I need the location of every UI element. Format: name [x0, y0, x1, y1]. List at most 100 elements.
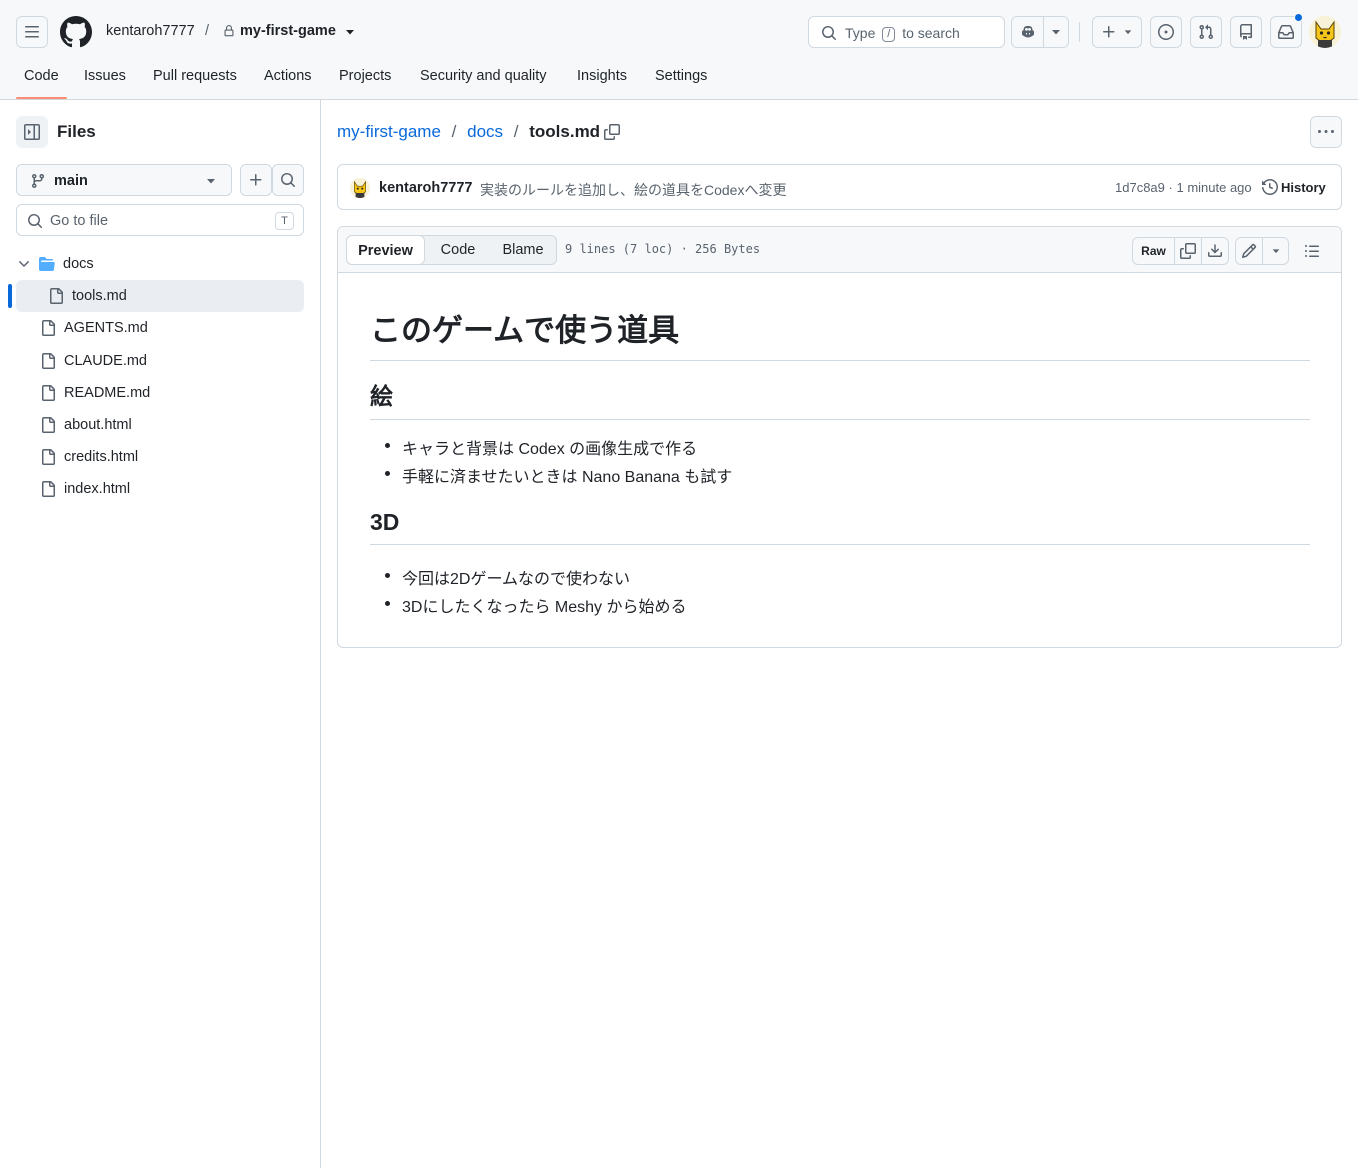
outline-button[interactable] [1298, 237, 1326, 265]
inbox-icon [1278, 25, 1294, 39]
list-unordered-icon [1305, 245, 1319, 257]
file-viewer: Preview Code Blame 9 lines (7 loc) · 256… [337, 226, 1342, 648]
markdown-h1: このゲームで使う道具 [370, 305, 1310, 361]
caret-down-icon[interactable] [344, 28, 356, 36]
caret-down-icon [1052, 30, 1060, 35]
tree-file-label: about.html [64, 417, 132, 433]
file-icon [42, 385, 55, 401]
raw-button[interactable]: Raw [1133, 238, 1174, 264]
search-icon [281, 173, 296, 188]
go-to-file-shortcut: T [275, 212, 294, 230]
add-file-button[interactable] [240, 164, 272, 196]
tab-blame[interactable]: Blame [491, 236, 555, 264]
global-header: kentaroh7777 / my-first-game Type / to s… [0, 0, 1358, 100]
path-separator: / [513, 122, 519, 141]
edit-menu-button[interactable] [1262, 238, 1288, 264]
file-icon [42, 353, 55, 369]
commit-time: 1 minute ago [1176, 180, 1252, 195]
cat-avatar-icon [1309, 16, 1341, 48]
tab-actions[interactable]: Actions [264, 68, 312, 84]
view-mode-segmented-control: Preview Code Blame [346, 235, 557, 265]
menu-button[interactable] [16, 16, 48, 48]
branch-name: main [54, 173, 88, 189]
create-new-button[interactable] [1092, 16, 1142, 48]
files-heading: Files [57, 122, 96, 141]
go-to-file-input[interactable]: Go to file T [16, 204, 304, 236]
copilot-menu-button[interactable] [1043, 17, 1068, 47]
pull-requests-button[interactable] [1190, 16, 1222, 48]
repositories-button[interactable] [1230, 16, 1262, 48]
copy-raw-button[interactable] [1174, 238, 1201, 264]
file-icon [42, 449, 55, 465]
tab-security-and-quality[interactable]: Security and quality [420, 68, 547, 84]
branch-selector[interactable]: main [16, 164, 232, 196]
commit-hash-link[interactable]: 1d7c8a9 [1115, 180, 1165, 195]
raw-actions-group: Raw [1132, 237, 1229, 265]
path-folder-link[interactable]: docs [467, 122, 503, 141]
issues-button[interactable] [1150, 16, 1182, 48]
tab-insights[interactable]: Insights [577, 68, 627, 84]
file-path-breadcrumb: my-first-game / docs / tools.md [337, 122, 600, 142]
kebab-horizontal-icon [1318, 130, 1334, 133]
tree-file-about-html[interactable]: about.html [40, 409, 132, 441]
markdown-list-item: 今回は2Dゲームなので使わない [385, 565, 630, 589]
search-icon [28, 214, 43, 229]
copy-icon [1180, 243, 1196, 259]
commit-author-link[interactable]: kentaroh7777 [379, 180, 473, 196]
user-avatar[interactable] [1309, 16, 1341, 48]
tree-file-readme-md[interactable]: README.md [40, 377, 150, 409]
markdown-list-item: 手軽に済ませたいときは Nano Banana も試す [384, 463, 732, 487]
tree-folder-docs[interactable]: docs [16, 248, 94, 280]
go-to-file-placeholder: Go to file [50, 213, 109, 229]
tree-folder-label: docs [63, 256, 94, 272]
download-button[interactable] [1201, 238, 1228, 264]
more-options-button[interactable] [1310, 116, 1342, 148]
global-search-input[interactable]: Type / to search [808, 16, 1005, 48]
tab-settings[interactable]: Settings [655, 68, 707, 84]
create-new-seg[interactable] [1093, 17, 1141, 47]
download-icon [1208, 244, 1222, 257]
repo-nav-tabs: Code Issues Pull requests Actions Projec… [0, 60, 1358, 100]
tree-file-label: CLAUDE.md [64, 353, 147, 369]
tab-issues[interactable]: Issues [84, 68, 126, 84]
file-icon [42, 320, 55, 336]
tree-file-index-html[interactable]: index.html [40, 473, 130, 505]
tree-file-credits-html[interactable]: credits.html [40, 441, 138, 473]
markdown-h2: 絵 [370, 377, 1310, 420]
copy-path-icon[interactable] [604, 124, 620, 140]
search-hint: Type / to search [845, 25, 960, 42]
tab-code[interactable]: Code [24, 68, 59, 84]
path-repo-link[interactable]: my-first-game [337, 122, 441, 141]
repo-link[interactable]: my-first-game [240, 23, 336, 39]
chevron-down-icon [19, 261, 29, 267]
tree-file-agents-md[interactable]: AGENTS.md [40, 312, 148, 344]
tab-projects[interactable]: Projects [339, 68, 391, 84]
cat-avatar-icon [350, 178, 370, 198]
tree-selected-indicator [8, 284, 12, 308]
commit-message-link[interactable]: 実装のルールを追加し、絵の道具をCodexへ変更 [480, 180, 786, 200]
lock-icon [224, 25, 234, 37]
copilot-button[interactable] [1012, 17, 1043, 47]
commit-meta: 1d7c8a9 · 1 minute ago [1115, 180, 1252, 195]
caret-down-icon [1124, 30, 1132, 35]
search-files-button[interactable] [272, 164, 304, 196]
collapse-sidebar-button[interactable] [16, 116, 48, 148]
tab-preview[interactable]: Preview [346, 235, 425, 265]
tab-code-view[interactable]: Code [427, 236, 489, 264]
commit-author-avatar[interactable] [350, 178, 370, 198]
tree-file-label: tools.md [72, 288, 127, 304]
tab-pull-requests[interactable]: Pull requests [153, 68, 237, 84]
markdown-list-item: 3Dにしたくなったら Meshy から始める [384, 593, 686, 617]
tree-file-claude-md[interactable]: CLAUDE.md [40, 345, 147, 377]
tree-file-tools-md[interactable]: tools.md [48, 280, 127, 312]
pencil-icon [1241, 243, 1257, 259]
github-logo-icon[interactable] [60, 16, 92, 48]
file-icon [50, 288, 63, 304]
owner-link[interactable]: kentaroh7777 [106, 23, 195, 39]
latest-commit-bar: kentaroh7777 実装のルールを追加し、絵の道具をCodexへ変更 1d… [337, 164, 1342, 210]
edit-file-button[interactable] [1236, 238, 1262, 264]
history-button[interactable]: History [1281, 180, 1326, 195]
markdown-list-item: キャラと背景は Codex の画像生成で作る [384, 435, 697, 459]
repo-icon [1240, 24, 1252, 40]
plus-icon [1103, 26, 1115, 38]
